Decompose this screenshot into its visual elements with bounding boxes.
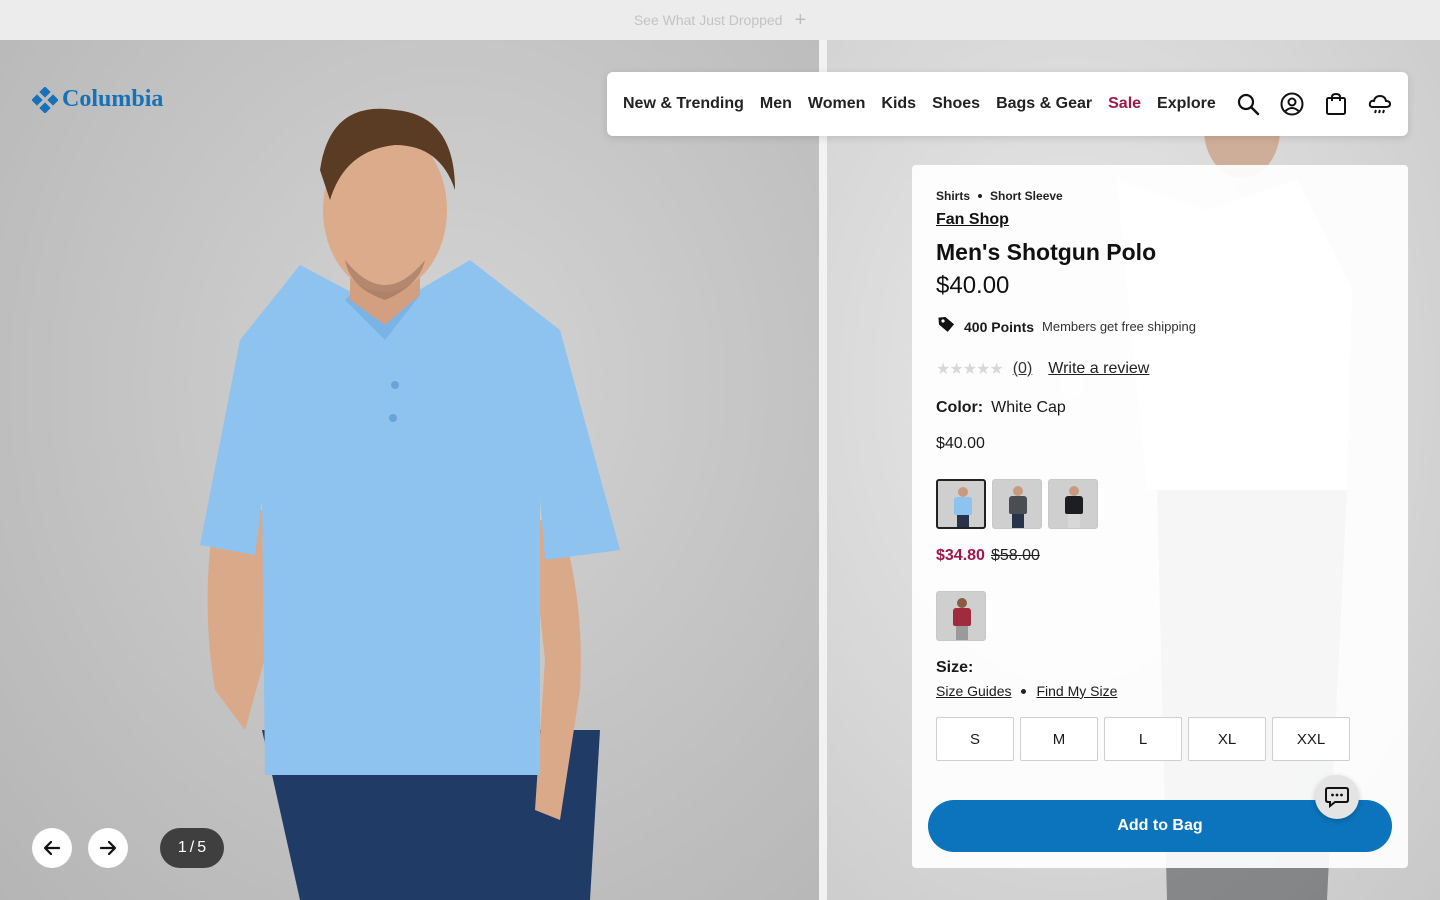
- review-count-link[interactable]: (0): [1013, 360, 1033, 378]
- promo-text[interactable]: See What Just Dropped: [634, 12, 783, 28]
- reviews-row: ★★★★★ (0) Write a review: [936, 359, 1384, 379]
- nav-men[interactable]: Men: [760, 95, 792, 113]
- product-info-panel: Shirts Short Sleeve Fan Shop Men's Shotg…: [912, 165, 1408, 868]
- breadcrumb-separator: [978, 194, 983, 198]
- size-options: S M L XL XXL: [936, 717, 1384, 761]
- size-xxl-button[interactable]: XXL: [1272, 717, 1350, 761]
- gallery-counter: 1 / 5: [160, 828, 224, 868]
- gallery-next-button[interactable]: [88, 828, 128, 868]
- swatch-charcoal[interactable]: [992, 479, 1042, 529]
- size-label: Size:: [936, 659, 974, 676]
- sale-color-swatches: [936, 591, 1384, 641]
- points-value: 400 Points: [964, 318, 1035, 335]
- points-row: 400 Points Members get free shipping: [936, 314, 1384, 339]
- size-l-button[interactable]: L: [1104, 717, 1182, 761]
- size-guides-link[interactable]: Size Guides: [936, 683, 1011, 699]
- size-links-separator: [1021, 688, 1027, 694]
- nav-women[interactable]: Women: [808, 95, 865, 113]
- brand-name: Columbia: [62, 86, 164, 112]
- main-navigation: New & Trending Men Women Kids Shoes Bags…: [607, 72, 1408, 136]
- plus-icon[interactable]: +: [794, 10, 806, 30]
- gallery-current: 1: [177, 839, 187, 856]
- product-price: $40.00: [936, 272, 1010, 299]
- color-value: White Cap: [991, 399, 1066, 416]
- nav-new-trending[interactable]: New & Trending: [623, 95, 744, 113]
- nav-explore[interactable]: Explore: [1157, 95, 1216, 113]
- product-title: Men's Shotgun Polo: [936, 239, 1157, 265]
- tag-icon: [936, 314, 956, 339]
- color-row: Color: White Cap: [936, 399, 1384, 417]
- gallery-total: 5: [197, 839, 207, 856]
- chat-icon[interactable]: [1315, 775, 1359, 819]
- breadcrumb-shirts[interactable]: Shirts: [936, 189, 970, 203]
- collection-link[interactable]: Fan Shop: [936, 211, 1009, 229]
- points-note: Members get free shipping: [1042, 319, 1196, 334]
- nav-bags-gear[interactable]: Bags & Gear: [996, 95, 1092, 113]
- gallery-separator: /: [189, 839, 195, 856]
- image-divider: [819, 40, 827, 900]
- promo-bar[interactable]: See What Just Dropped +: [0, 0, 1440, 40]
- sale-price-row: $34.80 $58.00: [936, 547, 1384, 565]
- weather-icon[interactable]: [1368, 92, 1392, 116]
- size-links: Size Guides Find My Size: [936, 683, 1384, 699]
- swatch-black[interactable]: [1048, 479, 1098, 529]
- size-xl-button[interactable]: XL: [1188, 717, 1266, 761]
- size-m-button[interactable]: M: [1020, 717, 1098, 761]
- model-photo: [200, 108, 620, 900]
- find-my-size-link[interactable]: Find My Size: [1036, 683, 1117, 699]
- breadcrumb: Shirts Short Sleeve: [936, 189, 1384, 203]
- gallery-prev-button[interactable]: [32, 828, 72, 868]
- nav-sale[interactable]: Sale: [1108, 95, 1141, 113]
- nav-kids[interactable]: Kids: [881, 95, 916, 113]
- variant-price: $40.00: [936, 435, 985, 452]
- breadcrumb-short-sleeve[interactable]: Short Sleeve: [990, 189, 1063, 203]
- nav-shoes[interactable]: Shoes: [932, 95, 980, 113]
- size-s-button[interactable]: S: [936, 717, 1014, 761]
- product-hero-image: [0, 40, 819, 900]
- nav-icons: [1236, 92, 1392, 116]
- columbia-diamond-icon: [32, 86, 58, 113]
- search-icon[interactable]: [1236, 92, 1260, 116]
- brand-logo[interactable]: Columbia: [32, 86, 163, 113]
- arrow-left-icon: [43, 840, 61, 856]
- original-price: $58.00: [990, 547, 1040, 564]
- account-icon[interactable]: [1280, 92, 1304, 116]
- swatch-red[interactable]: [936, 591, 986, 641]
- color-label: Color:: [936, 399, 984, 416]
- color-swatches: [936, 479, 1384, 529]
- rating-stars-icon: ★★★★★: [936, 361, 1004, 378]
- nav-links: New & Trending Men Women Kids Shoes Bags…: [623, 95, 1216, 113]
- sale-price: $34.80: [936, 547, 985, 564]
- swatch-light-blue[interactable]: [936, 479, 986, 529]
- write-review-link[interactable]: Write a review: [1048, 360, 1149, 378]
- arrow-right-icon: [99, 840, 117, 856]
- bag-icon[interactable]: [1324, 92, 1348, 116]
